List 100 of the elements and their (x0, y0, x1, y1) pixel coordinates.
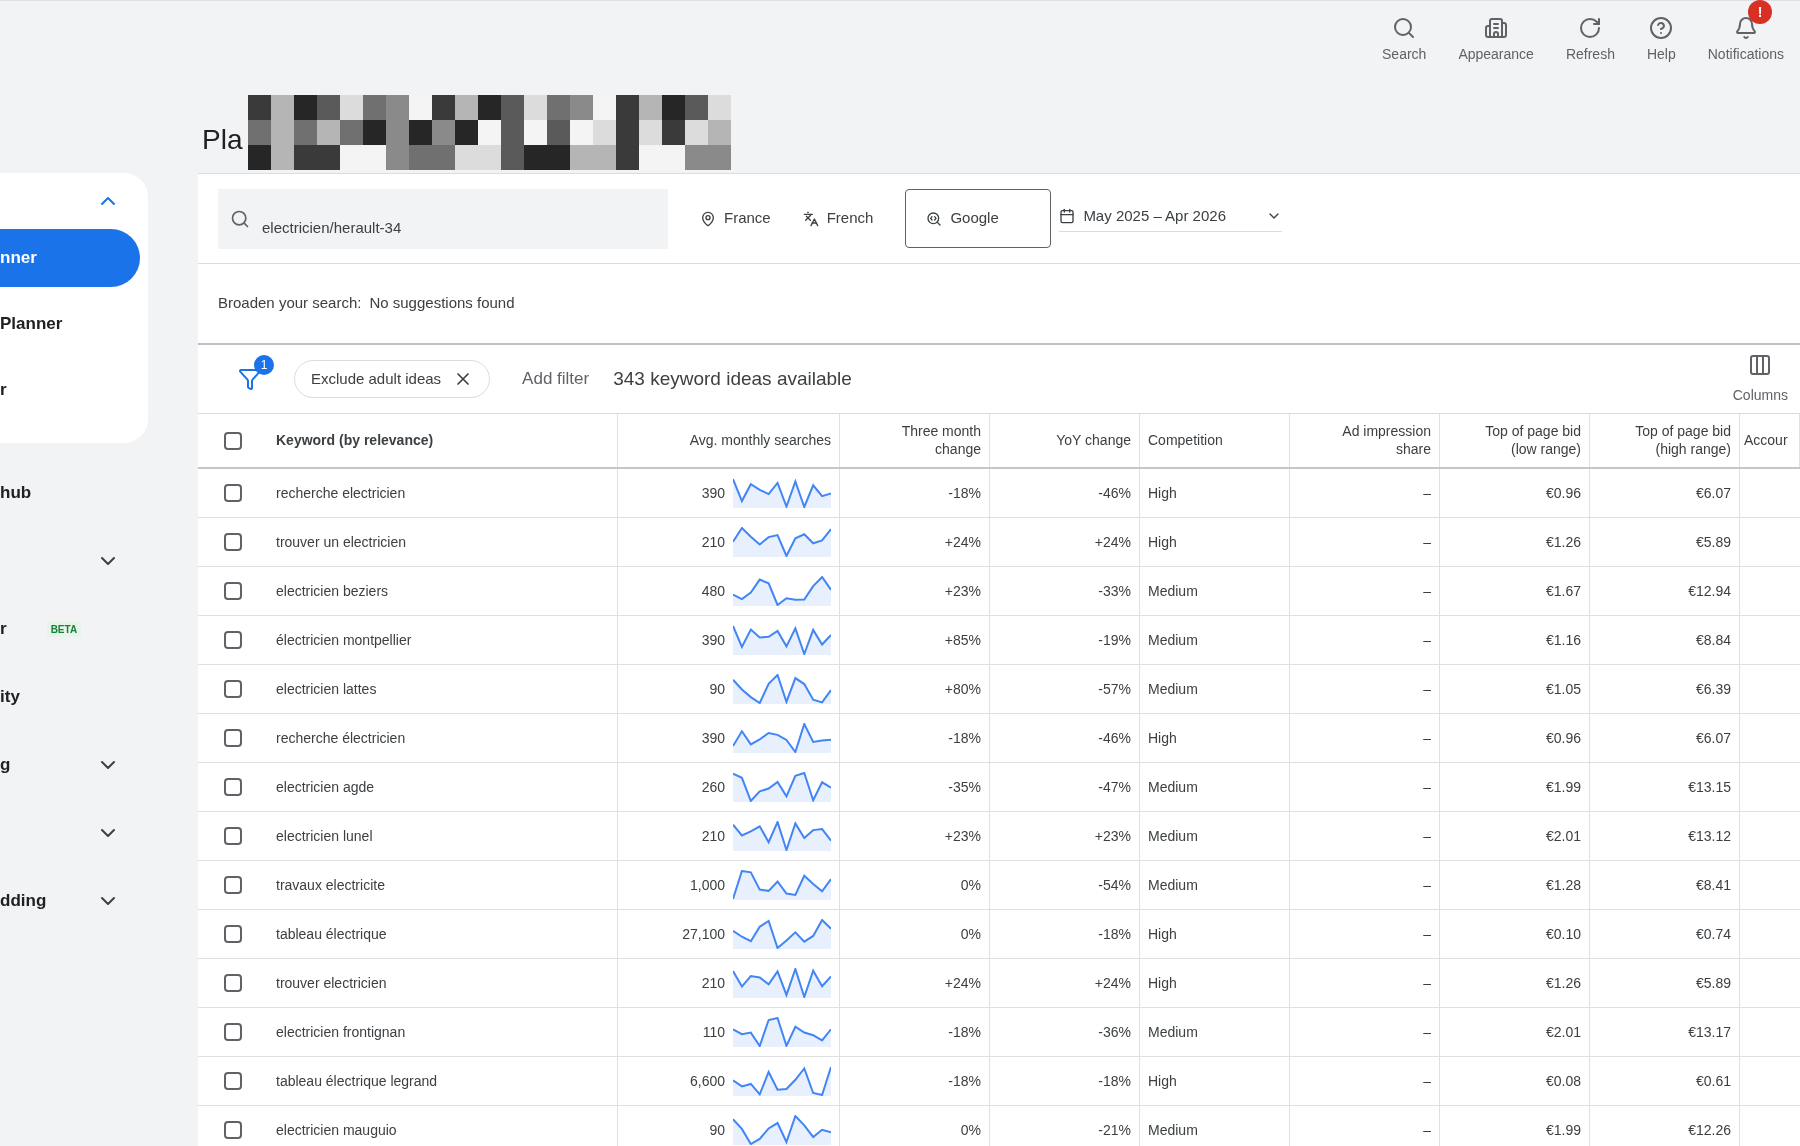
table-cell-text: – (1423, 973, 1431, 993)
table-cell-text: 0% (960, 1120, 981, 1140)
table-cell-text: 390 (701, 728, 725, 748)
table-cell-text: – (1423, 483, 1431, 503)
table-cell-text: – (1423, 1022, 1431, 1042)
row-checkbox[interactable] (224, 484, 242, 502)
row-checkbox[interactable] (224, 876, 242, 894)
sidebar-item[interactable]: hub (0, 480, 32, 506)
table-cell-text: 6,600 (689, 1071, 725, 1091)
column-header[interactable]: Accour (1744, 431, 1788, 450)
sidebar-item[interactable]: ity (0, 684, 20, 710)
row-checkbox[interactable] (224, 827, 242, 845)
sidebar-item[interactable]: Planner (0, 295, 140, 353)
table-cell-text: tableau électrique legrand (276, 1071, 438, 1091)
table-cell-text: €0.96 (1545, 728, 1581, 748)
columns-icon (1748, 352, 1773, 377)
table-cell-text: €1.67 (1545, 581, 1581, 601)
table-cell-text: High (1148, 728, 1177, 748)
row-checkbox[interactable] (224, 680, 242, 698)
table-cell-text: €0.08 (1545, 1071, 1581, 1091)
network-button[interactable]: Google (905, 189, 1052, 248)
row-checkbox[interactable] (224, 631, 242, 649)
sidebar-item[interactable]: g (0, 752, 11, 778)
table-cell-text: -46% (1098, 483, 1131, 503)
row-checkbox[interactable] (224, 533, 242, 551)
location-button[interactable]: France (700, 207, 771, 230)
language-button[interactable]: French (802, 207, 874, 230)
table-cell-text: – (1423, 826, 1431, 846)
column-header[interactable]: Three month change (869, 423, 981, 458)
keyword-count: 343 keyword ideas available (613, 366, 852, 391)
table-cell-text: €13.15 (1688, 777, 1731, 797)
table-cell-text: 390 (701, 630, 725, 650)
table-cell-text: +80% (944, 679, 981, 699)
select-all-checkbox[interactable] (224, 431, 242, 450)
filter-icon[interactable] (238, 367, 262, 391)
row-checkbox[interactable] (224, 582, 242, 600)
sidebar-item[interactable]: dding (0, 888, 47, 914)
table-cell-text: 0% (960, 875, 981, 895)
sidebar-item[interactable]: nner (0, 229, 140, 287)
table-cell-text: €0.96 (1545, 483, 1581, 503)
add-filter-button[interactable]: Add filter (522, 366, 590, 392)
table-cell-text: 90 (709, 1120, 725, 1140)
column-header[interactable]: Ad impression share (1319, 423, 1431, 458)
pin-icon (700, 210, 716, 227)
table-cell-text: -47% (1098, 777, 1131, 797)
row-checkbox[interactable] (224, 778, 242, 796)
search-field[interactable]: electricien/herault-34 (218, 188, 668, 249)
table-cell-text: €0.61 (1695, 1071, 1731, 1091)
sidebar-item[interactable]: r (0, 616, 7, 642)
search-button[interactable]: Search (1382, 16, 1427, 65)
column-header[interactable]: Keyword (by relevance) (276, 431, 434, 450)
table-cell-text: €6.07 (1695, 483, 1731, 503)
refresh-icon (1578, 16, 1603, 40)
table-cell-text: High (1148, 973, 1177, 993)
row-checkbox[interactable] (224, 925, 242, 943)
column-header[interactable]: Top of page bid (low range) (1469, 423, 1581, 458)
table-cell-text: +23% (944, 581, 981, 601)
table-cell-text: -18% (948, 483, 981, 503)
column-header[interactable]: Top of page bid (high range) (1619, 423, 1731, 458)
row-checkbox[interactable] (224, 729, 242, 747)
sidebar-item[interactable]: r (0, 361, 140, 419)
column-header[interactable]: Avg. monthly searches (689, 431, 831, 450)
table-cell-text: €2.01 (1545, 826, 1581, 846)
table-cell-text: trouver un electricien (276, 532, 406, 552)
row-checkbox[interactable] (224, 974, 242, 992)
columns-button[interactable]: Columns (1732, 352, 1788, 406)
table-cell-text: -18% (948, 728, 981, 748)
table-cell-text: trouver electricien (276, 973, 387, 993)
row-checkbox[interactable] (224, 1023, 242, 1041)
table-cell-text: tableau électrique (276, 924, 387, 944)
date-range-dropdown[interactable]: May 2025 – Apr 2026 (1059, 204, 1282, 233)
table-cell-text: 0% (960, 924, 981, 944)
table-cell-text: €6.39 (1695, 679, 1731, 699)
table-cell-text: – (1423, 728, 1431, 748)
row-checkbox[interactable] (224, 1072, 242, 1090)
help-button[interactable]: Help (1646, 16, 1676, 65)
bell-icon (1733, 16, 1758, 40)
table-cell-text: -36% (1098, 1022, 1131, 1042)
table-cell-text: +24% (1094, 532, 1131, 552)
table-cell-text: €0.74 (1695, 924, 1731, 944)
table-cell-text: €1.05 (1545, 679, 1581, 699)
column-header[interactable]: Competition (1148, 431, 1223, 450)
refresh-button[interactable]: Refresh (1565, 16, 1615, 65)
table-cell-text: +24% (944, 973, 981, 993)
table-cell-text: Medium (1148, 679, 1198, 699)
table-cell-text: 210 (701, 826, 725, 846)
table-cell-text: €0.10 (1545, 924, 1581, 944)
table-cell-text: -18% (948, 1071, 981, 1091)
table-cell-text: €8.41 (1695, 875, 1731, 895)
search-icon (1392, 16, 1417, 40)
table-cell-text: +23% (944, 826, 981, 846)
table-cell-text: +24% (1094, 973, 1131, 993)
help-icon (1649, 16, 1674, 40)
appearance-button[interactable]: Appearance (1458, 16, 1534, 65)
table-cell-text: High (1148, 1071, 1177, 1091)
broaden-label: Broaden your search: (218, 293, 362, 314)
table-cell-text: €12.94 (1688, 581, 1731, 601)
table-cell-text: Medium (1148, 1022, 1198, 1042)
row-checkbox[interactable] (224, 1121, 242, 1139)
column-header[interactable]: YoY change (1056, 431, 1131, 450)
